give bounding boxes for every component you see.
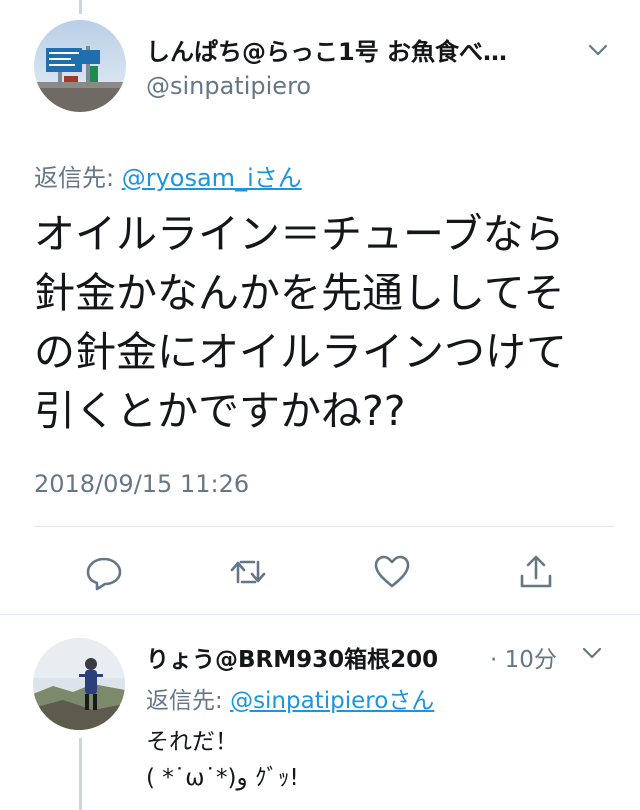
reply-tweet-text: それだ！ ( *˙ω˙*)و ｸﾞｯ! — [146, 729, 299, 791]
chevron-down-icon[interactable] — [580, 641, 604, 665]
reply-to-line: 返信先: @sinpatipieroさん — [146, 681, 434, 715]
like-button[interactable] — [372, 552, 412, 592]
reply-mention-link[interactable]: @sinpatipieroさん — [230, 688, 434, 714]
reply-display-name[interactable]: りょう@BRM930箱根200 — [146, 640, 438, 674]
thread-connector-top — [79, 0, 82, 14]
reply-mention-link[interactable]: @ryosam_iさん — [122, 164, 302, 192]
retweet-icon — [230, 560, 266, 584]
share-icon — [520, 555, 552, 588]
share-button[interactable] — [516, 552, 556, 592]
user-handle[interactable]: @sinpatipiero — [146, 72, 311, 100]
reply-to-label: 返信先: — [34, 164, 122, 192]
thread-connector-bottom — [79, 738, 82, 810]
display-name[interactable]: しんぱち@らっこ1号 お魚食べ… — [146, 32, 566, 67]
reply-time: · 10分 — [490, 647, 557, 673]
divider — [34, 526, 614, 527]
avatar[interactable] — [34, 20, 126, 112]
section-divider — [0, 614, 640, 615]
reply-button[interactable] — [84, 552, 124, 592]
retweet-button[interactable] — [228, 552, 268, 592]
tweet-text: オイルライン＝チューブなら 針金かなんかを先通ししてそ の針金にオイルラインつけ… — [34, 210, 567, 435]
chevron-down-icon[interactable] — [586, 38, 610, 62]
tweet-timestamp: 2018/09/15 11:26 — [34, 470, 250, 498]
reply-avatar[interactable] — [33, 638, 125, 730]
reply-icon — [86, 557, 122, 591]
reply-to-label: 返信先: — [146, 688, 231, 714]
heart-icon — [374, 555, 410, 588]
reply-to-line: 返信先: @ryosam_iさん — [34, 158, 302, 193]
main-tweet-header: しんぱち@らっこ1号 お魚食べ… @sinpatipiero — [34, 20, 624, 120]
